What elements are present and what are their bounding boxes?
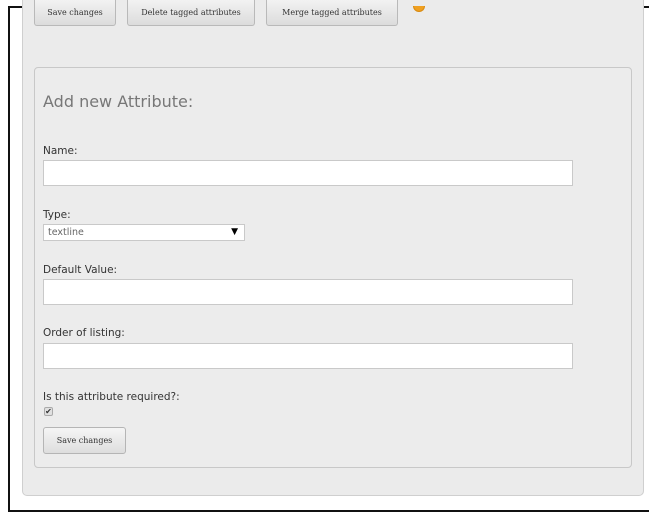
delete-tagged-attributes-button[interactable]: Delete tagged attributes [127, 0, 255, 26]
required-label: Is this attribute required?: [43, 391, 180, 403]
save-changes-button[interactable]: Save changes [43, 427, 126, 454]
merge-tagged-attributes-button[interactable]: Merge tagged attributes [266, 0, 398, 26]
panel-title: Add new Attribute: [43, 92, 194, 111]
default-value-field[interactable] [43, 279, 573, 305]
dropdown-arrow-icon: ▼ [231, 227, 238, 237]
required-checkbox[interactable]: ✔ [44, 407, 53, 416]
type-label: Type: [43, 209, 71, 221]
save-changes-top-button[interactable]: Save changes [34, 0, 116, 26]
default-value-label: Default Value: [43, 264, 118, 276]
order-of-listing-field[interactable] [43, 343, 573, 369]
name-label: Name: [43, 145, 78, 157]
checkmark-icon: ✔ [45, 407, 52, 416]
add-attribute-panel [34, 67, 632, 468]
name-field[interactable] [43, 160, 573, 186]
order-of-listing-label: Order of listing: [43, 327, 125, 339]
type-selected-value: textline [48, 227, 84, 238]
type-select[interactable]: textline ▼ [43, 224, 245, 241]
